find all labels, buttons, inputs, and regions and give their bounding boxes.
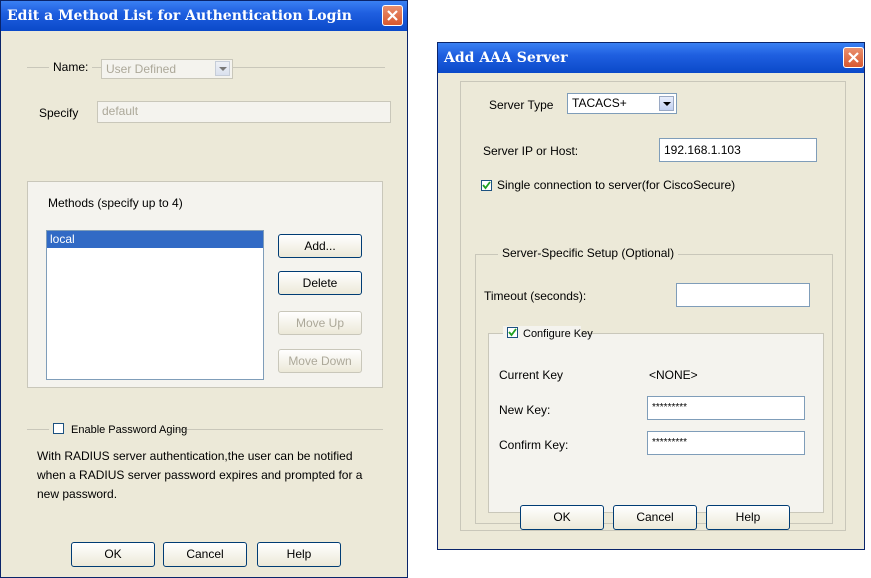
confirm-key-label: Confirm Key: <box>499 438 569 452</box>
delete-button[interactable]: Delete <box>278 271 362 295</box>
ok-button[interactable]: OK <box>71 542 155 567</box>
close-icon <box>848 52 859 63</box>
help-button[interactable]: Help <box>706 505 790 530</box>
enable-password-aging-label: Enable Password Aging <box>71 424 188 436</box>
close-button[interactable] <box>843 47 864 68</box>
specify-input[interactable]: default <box>97 101 391 123</box>
specify-label: Specify <box>39 106 79 120</box>
list-item[interactable]: local <box>47 231 263 248</box>
cancel-button[interactable]: Cancel <box>613 505 697 530</box>
close-button[interactable] <box>382 5 403 26</box>
current-key-label: Current Key <box>499 368 564 382</box>
add-aaa-server-dialog: Add AAA Server Server Type TACACS+ Serve… <box>437 42 865 550</box>
current-key-value: <NONE> <box>649 368 698 382</box>
configure-key-checkbox[interactable] <box>507 327 518 338</box>
cancel-button[interactable]: Cancel <box>163 542 247 567</box>
new-key-value: ********* <box>652 402 688 413</box>
server-type-label: Server Type <box>489 98 554 112</box>
server-ip-label: Server IP or Host: <box>483 144 579 158</box>
confirm-key-value: ********* <box>652 437 688 448</box>
new-key-label: New Key: <box>499 403 551 417</box>
specify-value: default <box>102 104 139 118</box>
dropdown-arrow-icon <box>659 96 674 111</box>
name-label: Name: <box>49 60 93 74</box>
single-connection-checkbox[interactable] <box>481 180 492 191</box>
title-bar[interactable]: Add AAA Server <box>438 43 864 73</box>
new-key-input[interactable]: ********* <box>647 396 805 420</box>
dialog-title: Edit a Method List for Authentication Lo… <box>7 8 352 24</box>
configure-key-label: Configure Key <box>523 328 593 340</box>
enable-password-aging-checkbox[interactable] <box>53 423 64 434</box>
server-main-panel: Server Type TACACS+ Server IP or Host: 1… <box>460 81 846 531</box>
password-aging-group: Enable Password Aging <box>49 422 187 436</box>
close-icon <box>387 10 398 21</box>
configure-key-group: Configure Key <box>503 326 593 340</box>
methods-panel: Methods (specify up to 4) local Add... D… <box>27 181 383 388</box>
server-ip-input[interactable]: 192.168.1.103 <box>659 138 817 162</box>
checkmark-icon <box>508 328 517 337</box>
help-button[interactable]: Help <box>257 542 341 567</box>
dropdown-arrow-icon <box>215 61 230 76</box>
name-select-value: User Defined <box>106 62 177 76</box>
name-select[interactable]: User Defined <box>101 59 233 79</box>
title-bar[interactable]: Edit a Method List for Authentication Lo… <box>1 1 407 31</box>
dialog-title: Add AAA Server <box>444 50 568 66</box>
methods-label: Methods (specify up to 4) <box>48 196 183 210</box>
checkmark-icon <box>482 181 491 190</box>
timeout-label: Timeout (seconds): <box>484 289 587 303</box>
single-connection-label: Single connection to server(for CiscoSec… <box>497 178 736 192</box>
info-text: With RADIUS server authentication,the us… <box>37 449 363 501</box>
configure-key-panel: Configure Key Current Key <NONE> New Key… <box>488 326 824 513</box>
ok-button[interactable]: OK <box>520 505 604 530</box>
methods-list[interactable]: local <box>46 230 264 380</box>
server-type-select[interactable]: TACACS+ <box>567 93 677 114</box>
edit-method-list-dialog: Edit a Method List for Authentication Lo… <box>0 0 408 578</box>
server-specific-setup-label: Server-Specific Setup (Optional) <box>498 246 679 260</box>
confirm-key-input[interactable]: ********* <box>647 431 805 455</box>
server-specific-setup-panel: Server-Specific Setup (Optional) Timeout… <box>475 246 833 524</box>
timeout-input[interactable] <box>676 283 810 307</box>
server-ip-value: 192.168.1.103 <box>664 143 741 157</box>
move-up-button[interactable]: Move Up <box>278 311 362 335</box>
method-local: local <box>50 232 75 246</box>
add-button[interactable]: Add... <box>278 234 362 258</box>
server-type-value: TACACS+ <box>572 96 627 110</box>
move-down-button[interactable]: Move Down <box>278 349 362 373</box>
